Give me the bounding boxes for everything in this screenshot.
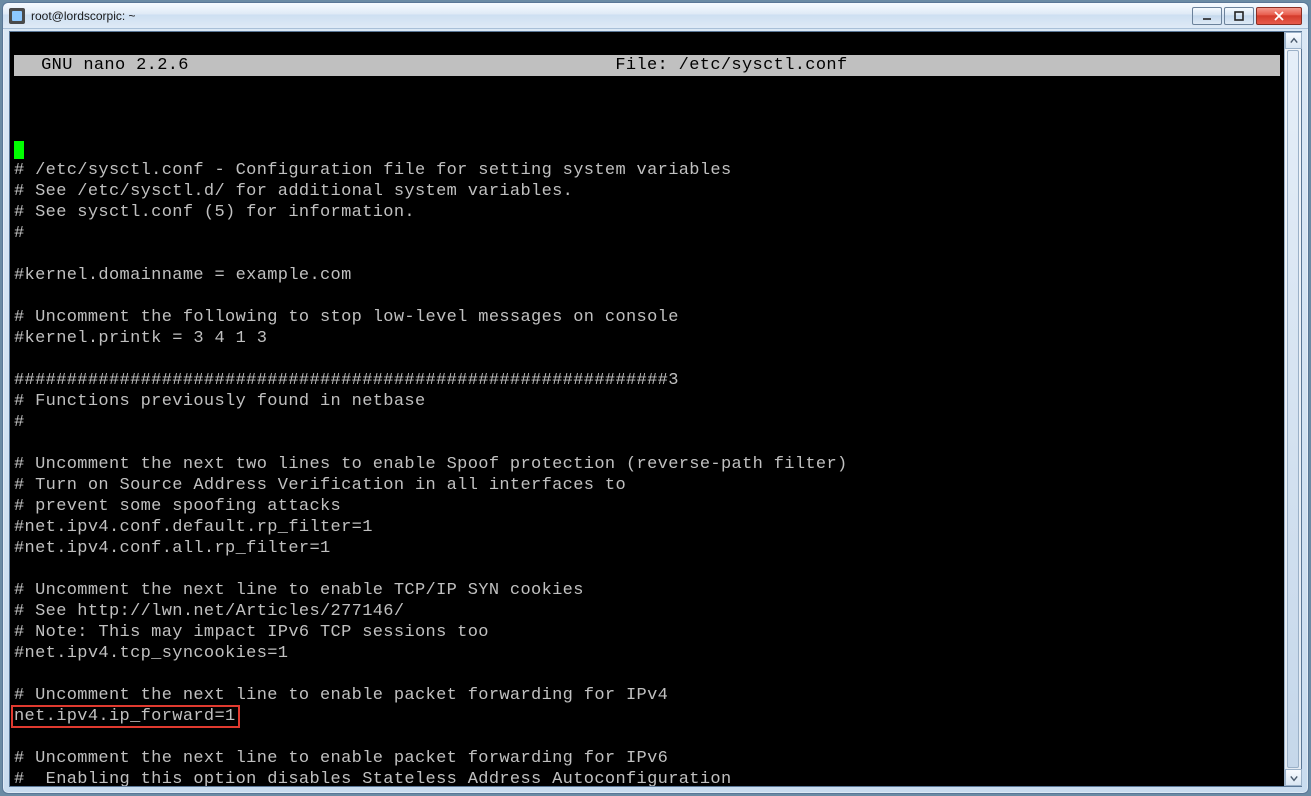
terminal-client: GNU nano 2.2.6 File: /etc/sysctl.conf # /… (9, 31, 1302, 787)
nano-file-label: File: (615, 56, 668, 75)
file-line (14, 244, 1280, 265)
file-line-highlight: net.ipv4.ip_forward=1 (14, 706, 1280, 727)
file-line: # Uncomment the next line to enable TCP/… (14, 580, 1280, 601)
file-line: #kernel.domainname = example.com (14, 265, 1280, 286)
file-line: #net.ipv4.tcp_syncookies=1 (14, 643, 1280, 664)
file-line: # See sysctl.conf (5) for information. (14, 202, 1280, 223)
titlebar[interactable]: root@lordscorpic: ~ (3, 3, 1308, 29)
file-line (14, 139, 1280, 160)
cursor-icon (14, 141, 24, 159)
file-line: # (14, 223, 1280, 244)
nano-header: GNU nano 2.2.6 File: /etc/sysctl.conf (14, 55, 1280, 76)
putty-icon (9, 8, 25, 24)
file-line: #kernel.printk = 3 4 1 3 (14, 328, 1280, 349)
scroll-down-button[interactable] (1285, 769, 1302, 786)
file-line: # prevent some spoofing attacks (14, 496, 1280, 517)
file-line: # Uncomment the next line to enable pack… (14, 685, 1280, 706)
blank-line (14, 97, 1280, 118)
file-line (14, 727, 1280, 748)
file-line: # Uncomment the next two lines to enable… (14, 454, 1280, 475)
file-line: # (14, 412, 1280, 433)
scroll-up-button[interactable] (1285, 32, 1302, 49)
file-line: # /etc/sysctl.conf - Configuration file … (14, 160, 1280, 181)
app-window: root@lordscorpic: ~ GNU nano 2.2.6 File: … (2, 2, 1309, 794)
file-line: # Enabling this option disables Stateles… (14, 769, 1280, 786)
file-line: # Functions previously found in netbase (14, 391, 1280, 412)
vertical-scrollbar[interactable] (1284, 32, 1301, 786)
nano-version: 2.2.6 (136, 56, 189, 75)
maximize-button[interactable] (1224, 7, 1254, 25)
file-line: # Turn on Source Address Verification in… (14, 475, 1280, 496)
scroll-thumb[interactable] (1287, 50, 1299, 768)
nano-file-path: /etc/sysctl.conf (679, 56, 848, 75)
terminal-text: GNU nano 2.2.6 File: /etc/sysctl.conf # /… (14, 34, 1280, 786)
close-button[interactable] (1256, 7, 1302, 25)
terminal-viewport[interactable]: GNU nano 2.2.6 File: /etc/sysctl.conf # /… (10, 32, 1284, 786)
file-line (14, 664, 1280, 685)
file-line: #net.ipv4.conf.all.rp_filter=1 (14, 538, 1280, 559)
minimize-button[interactable] (1192, 7, 1222, 25)
file-line: # See http://lwn.net/Articles/277146/ (14, 601, 1280, 622)
file-line: #net.ipv4.conf.default.rp_filter=1 (14, 517, 1280, 538)
file-line: ########################################… (14, 370, 1280, 391)
file-line (14, 349, 1280, 370)
file-line (14, 559, 1280, 580)
window-buttons (1192, 7, 1302, 25)
file-line: # See /etc/sysctl.d/ for additional syst… (14, 181, 1280, 202)
file-line (14, 286, 1280, 307)
file-line: # Uncomment the following to stop low-le… (14, 307, 1280, 328)
nano-app: GNU nano (41, 56, 125, 75)
file-line (14, 433, 1280, 454)
file-body[interactable]: # /etc/sysctl.conf - Configuration file … (14, 139, 1280, 786)
file-line: # Note: This may impact IPv6 TCP session… (14, 622, 1280, 643)
window-title: root@lordscorpic: ~ (31, 9, 136, 23)
file-line: # Uncomment the next line to enable pack… (14, 748, 1280, 769)
